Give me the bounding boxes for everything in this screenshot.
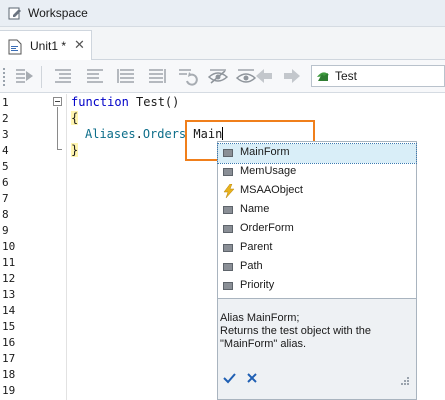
help-description: Returns the test object with the [220, 325, 372, 337]
line-number: 17 [2, 352, 16, 365]
line-number: 2 [2, 112, 9, 125]
line-number: 11 [2, 256, 16, 269]
code-line-1: function Test() [71, 95, 179, 109]
line-number: 12 [2, 272, 16, 285]
routine-selector[interactable]: Test [311, 65, 445, 87]
completion-item-priority[interactable]: Priority [218, 277, 416, 296]
line-number: 7 [2, 192, 9, 205]
open-brace: { [71, 111, 79, 125]
tab-close-icon[interactable]: ✕ [74, 37, 85, 53]
property-icon [223, 244, 233, 252]
orders-member: Orders [142, 127, 187, 141]
completion-item-msaaobject[interactable]: MSAAObject [218, 182, 416, 201]
line-number: 18 [2, 368, 16, 381]
autocomplete-list[interactable]: MainForm MemUsage MSAAObject Name OrderF… [217, 141, 417, 299]
completion-item-memusage[interactable]: MemUsage [218, 163, 416, 182]
line-number: 8 [2, 208, 9, 221]
completion-item-mainform[interactable]: MainForm [217, 143, 417, 164]
indent-left-icon[interactable] [52, 65, 74, 87]
edit-icon [8, 7, 21, 20]
run-icon[interactable] [13, 65, 35, 87]
fold-toggle-icon[interactable] [53, 97, 62, 106]
line-number: 16 [2, 336, 16, 349]
method-icon [223, 184, 235, 198]
completion-item-name[interactable]: Name [218, 201, 416, 220]
line-number: 14 [2, 304, 16, 317]
property-icon [223, 149, 233, 157]
completion-item-parent[interactable]: Parent [218, 239, 416, 258]
close-icon[interactable] [246, 372, 258, 384]
completion-label: Priority [240, 279, 275, 291]
routine-icon [317, 72, 329, 81]
uncomment-icon[interactable] [146, 65, 168, 87]
member-dot: . [135, 127, 143, 141]
completion-help-panel: Alias MainForm; Returns the test object … [217, 299, 417, 400]
line-number: 5 [2, 160, 9, 173]
line-number: 9 [2, 224, 9, 237]
close-brace: } [71, 143, 79, 157]
keyword-function: function [71, 95, 129, 109]
property-icon [223, 225, 233, 233]
property-icon [223, 282, 233, 290]
resize-grip-icon[interactable] [400, 376, 410, 386]
completion-label: MemUsage [240, 165, 297, 177]
tab-label: Unit1 * [30, 39, 67, 53]
completion-item-orderform[interactable]: OrderForm [218, 220, 416, 239]
completion-label: Path [240, 260, 263, 272]
completion-label: Name [240, 203, 270, 215]
completion-label: MainForm [240, 146, 290, 158]
line-number: 13 [2, 288, 16, 301]
script-file-icon [8, 39, 22, 55]
line-number: 15 [2, 320, 16, 333]
property-icon [223, 206, 233, 214]
completion-item-path[interactable]: Path [218, 258, 416, 277]
back-arrow-icon[interactable] [253, 65, 275, 87]
completion-label: OrderForm [240, 222, 294, 234]
forward-arrow-icon[interactable] [281, 65, 303, 87]
fold-guide [57, 107, 58, 149]
check-icon[interactable] [223, 372, 236, 384]
function-signature: Test() [128, 95, 180, 109]
comment-icon[interactable] [115, 65, 137, 87]
code-line-2: { [71, 111, 79, 125]
property-icon [223, 263, 233, 271]
hide-icon[interactable] [207, 65, 229, 87]
toolbar-grip-icon[interactable] [3, 68, 7, 86]
line-number: 6 [2, 176, 9, 189]
window-titlebar: Workspace [0, 0, 445, 27]
window-title: Workspace [28, 6, 88, 20]
help-description-cont: "MainForm" alias. [220, 338, 307, 350]
line-number: 4 [2, 144, 9, 157]
line-number: 3 [2, 128, 9, 141]
fold-guide-end [57, 149, 62, 150]
toolbar-separator [41, 66, 42, 88]
refresh-icon[interactable] [176, 65, 198, 87]
line-number: 19 [2, 384, 16, 397]
gutter-divider [66, 94, 67, 400]
line-number: 1 [2, 96, 9, 109]
routine-selector-value: Test [335, 69, 358, 83]
help-signature: Alias MainForm; [220, 312, 300, 324]
completion-label: MSAAObject [240, 184, 303, 196]
completion-label: Parent [240, 241, 273, 253]
code-line-4: } [71, 143, 79, 157]
tab-strip: Unit1 * ✕ [0, 27, 445, 61]
aliases-object: Aliases [85, 127, 136, 141]
line-number: 10 [2, 240, 16, 253]
tab-unit1[interactable]: Unit1 * ✕ [0, 30, 92, 61]
indent-right-icon[interactable] [84, 65, 106, 87]
property-icon [223, 168, 233, 176]
